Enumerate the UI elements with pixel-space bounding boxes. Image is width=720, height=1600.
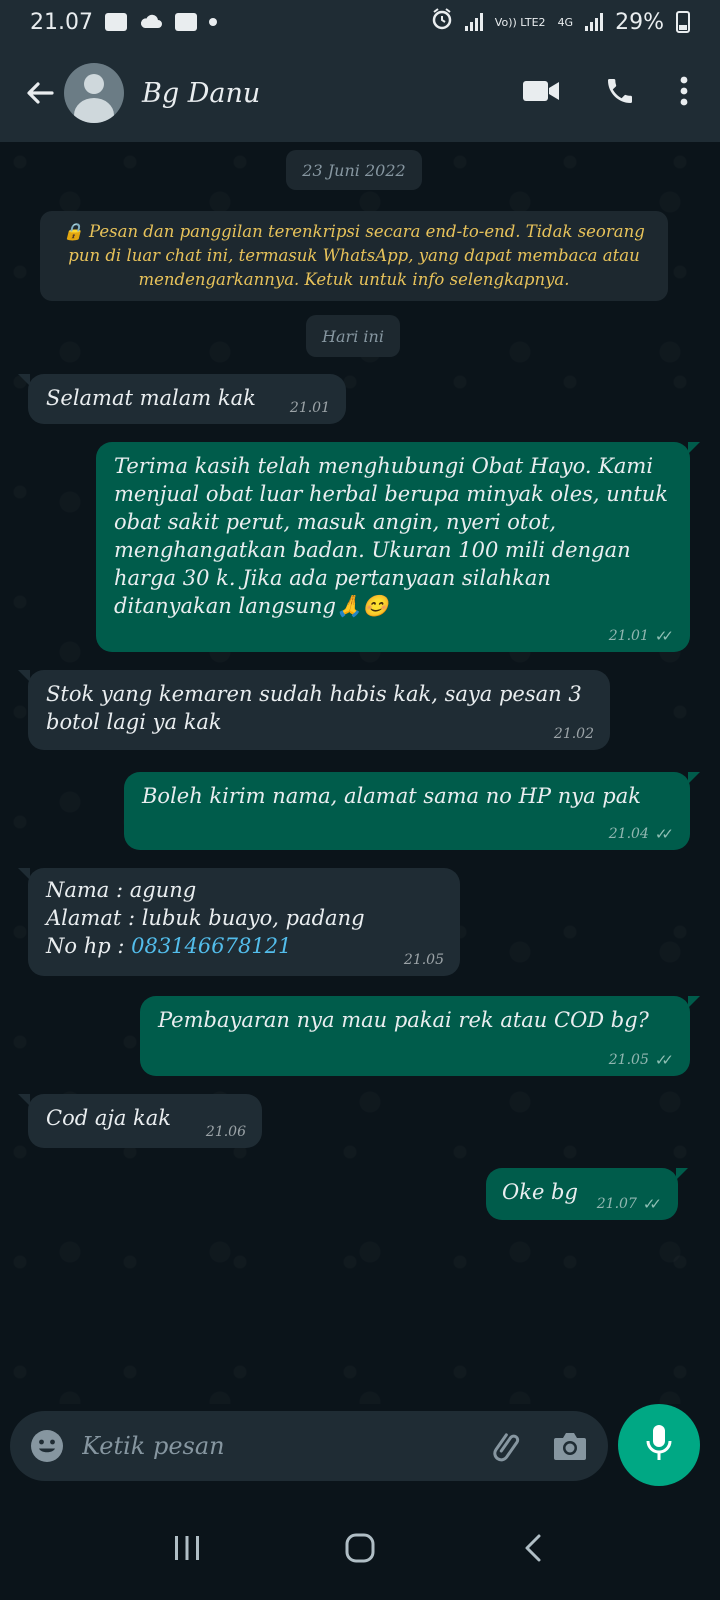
- message-line-phone: No hp : 083146678121: [46, 934, 292, 958]
- double-check-icon: ✓✓: [654, 1051, 674, 1069]
- message-text: Boleh kirim nama, alamat sama no HP nya …: [142, 784, 641, 808]
- signal-icon-1: [464, 13, 483, 31]
- recent-apps-icon[interactable]: [157, 1518, 217, 1578]
- message-time: 21.02: [553, 726, 594, 742]
- encryption-notice[interactable]: 🔒 Pesan dan panggilan terenkripsi secara…: [40, 211, 668, 301]
- date-pill: 23 Juni 2022: [286, 150, 422, 190]
- message-text: Terima kasih telah menghubungi Obat Hayo…: [114, 454, 669, 618]
- message-outgoing[interactable]: Pembayaran nya mau pakai rek atau COD bg…: [140, 996, 700, 1076]
- chat-header: Bg Danu: [0, 44, 720, 142]
- message-text: Selamat malam kak: [46, 386, 256, 410]
- double-check-icon: ✓✓: [642, 1195, 662, 1213]
- emoji-icon[interactable]: [30, 1429, 64, 1463]
- message-composer: [10, 1411, 608, 1481]
- today-pill: Hari ini: [306, 315, 400, 357]
- message-text: Cod aja kak: [46, 1106, 172, 1130]
- message-time: 21.01 ✓✓: [609, 628, 674, 644]
- signal-icon-2: [585, 13, 604, 31]
- network-type: 4G: [557, 15, 574, 29]
- gallery-notification-icon: [104, 13, 127, 31]
- message-input[interactable]: [80, 1431, 464, 1461]
- message-outgoing[interactable]: Boleh kirim nama, alamat sama no HP nya …: [124, 772, 700, 850]
- status-time: 21.07: [30, 9, 93, 35]
- phone-number-link[interactable]: 083146678121: [131, 934, 291, 958]
- home-icon[interactable]: [330, 1518, 390, 1578]
- more-vert-icon[interactable]: [680, 76, 688, 110]
- cloud-notification-icon: [139, 10, 163, 35]
- message-time: 21.04 ✓✓: [609, 826, 674, 842]
- message-time: 21.06: [205, 1124, 246, 1140]
- attach-icon[interactable]: [490, 1428, 526, 1464]
- message-time: 21.05 ✓✓: [609, 1052, 674, 1068]
- message-incoming[interactable]: Stok yang kemaren sudah habis kak, saya …: [18, 670, 610, 750]
- double-check-icon: ✓✓: [654, 825, 674, 843]
- message-text: Stok yang kemaren sudah habis kak, saya …: [46, 682, 582, 734]
- message-outgoing[interactable]: Oke bg 21.07 ✓✓: [486, 1168, 688, 1220]
- status-bar-right: Vo)) LTE2 4G 29%: [431, 8, 690, 36]
- back-arrow-icon[interactable]: [20, 73, 60, 113]
- avatar[interactable]: [64, 63, 124, 123]
- battery-icon: [676, 11, 690, 33]
- message-line-address: Alamat : lubuk buayo, padang: [46, 906, 365, 930]
- network-label: Vo)) LTE2: [494, 15, 546, 29]
- battery-percent: 29%: [615, 9, 664, 35]
- contact-name[interactable]: Bg Danu: [142, 78, 522, 109]
- header-actions: [522, 75, 688, 111]
- back-icon[interactable]: [503, 1518, 563, 1578]
- chat-area[interactable]: 23 Juni 2022 🔒 Pesan dan panggilan teren…: [0, 142, 720, 1404]
- status-bar: 21.07 Vo)) LTE2 4G 29%: [0, 0, 720, 44]
- message-line-name: Nama : agung: [46, 878, 197, 902]
- phone-icon[interactable]: [604, 75, 636, 111]
- system-nav-bar: [0, 1496, 720, 1600]
- video-call-icon[interactable]: [522, 78, 560, 108]
- message-outgoing[interactable]: Terima kasih telah menghubungi Obat Hayo…: [96, 442, 700, 652]
- message-time: 21.07 ✓✓: [597, 1196, 662, 1212]
- message-incoming[interactable]: Cod aja kak 21.06: [18, 1094, 262, 1148]
- message-time: 21.05: [403, 952, 444, 968]
- mic-button[interactable]: [618, 1404, 700, 1486]
- more-notifications-dot: [208, 18, 217, 26]
- camera-icon[interactable]: [552, 1428, 588, 1464]
- mic-icon: [644, 1423, 674, 1467]
- message-incoming[interactable]: Nama : agung Alamat : lubuk buayo, padan…: [18, 868, 460, 976]
- double-check-icon: ✓✓: [654, 627, 674, 645]
- message-time: 21.01: [289, 400, 330, 416]
- message-text: Pembayaran nya mau pakai rek atau COD bg…: [158, 1008, 649, 1032]
- alarm-icon: [431, 8, 453, 36]
- message-text: Oke bg: [502, 1180, 578, 1204]
- message-incoming[interactable]: Selamat malam kak 21.01: [18, 374, 346, 424]
- status-bar-left: 21.07: [30, 10, 217, 35]
- app-notification-icon: [174, 13, 197, 31]
